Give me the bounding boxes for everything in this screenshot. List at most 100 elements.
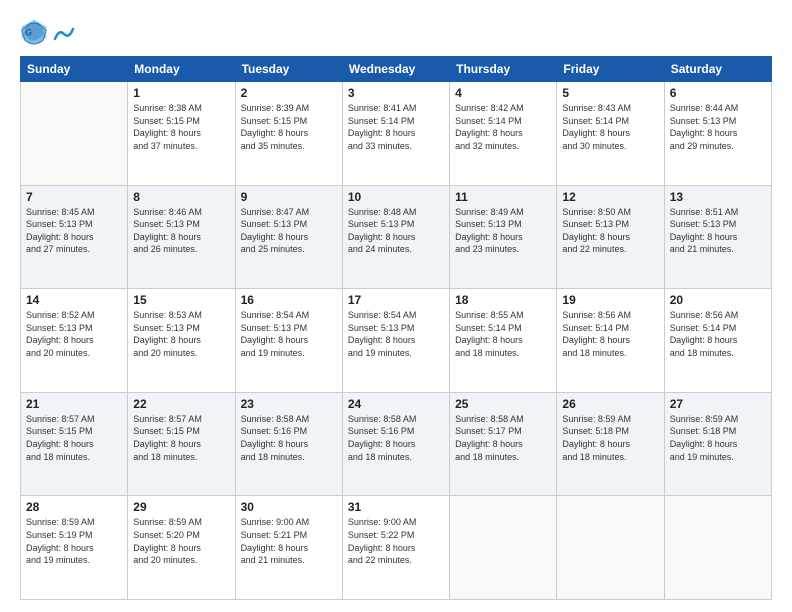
col-thursday: Thursday (450, 57, 557, 82)
day-number: 11 (455, 190, 551, 204)
day-number: 8 (133, 190, 229, 204)
table-cell: 12 Sunrise: 8:50 AM Sunset: 5:13 PM Dayli… (557, 185, 664, 289)
table-cell: 19 Sunrise: 8:56 AM Sunset: 5:14 PM Dayli… (557, 289, 664, 393)
day-number: 20 (670, 293, 766, 307)
table-cell: 20 Sunrise: 8:56 AM Sunset: 5:14 PM Dayli… (664, 289, 771, 393)
col-monday: Monday (128, 57, 235, 82)
logo: G (20, 18, 76, 46)
table-cell: 24Sunrise: 8:58 AM Sunset: 5:16 PM Dayli… (342, 392, 449, 496)
col-saturday: Saturday (664, 57, 771, 82)
day-info: Sunrise: 8:56 AM Sunset: 5:14 PM Dayligh… (562, 309, 658, 359)
day-info: Sunrise: 8:48 AM Sunset: 5:13 PM Dayligh… (348, 206, 444, 256)
svg-text:G: G (25, 28, 32, 38)
day-number: 12 (562, 190, 658, 204)
day-number: 19 (562, 293, 658, 307)
table-cell (664, 496, 771, 600)
day-info: Sunrise: 8:44 AM Sunset: 5:13 PM Dayligh… (670, 102, 766, 152)
day-number: 1 (133, 86, 229, 100)
day-number: 17 (348, 293, 444, 307)
day-number: 10 (348, 190, 444, 204)
day-info: Sunrise: 8:58 AM Sunset: 5:17 PM Dayligh… (455, 413, 551, 463)
day-number: 4 (455, 86, 551, 100)
col-wednesday: Wednesday (342, 57, 449, 82)
day-number: 2 (241, 86, 337, 100)
day-info: Sunrise: 8:43 AM Sunset: 5:14 PM Dayligh… (562, 102, 658, 152)
table-cell: 1 Sunrise: 8:38 AM Sunset: 5:15 PM Daylig… (128, 82, 235, 186)
day-info: Sunrise: 8:55 AM Sunset: 5:14 PM Dayligh… (455, 309, 551, 359)
table-cell: 6 Sunrise: 8:44 AM Sunset: 5:13 PM Daylig… (664, 82, 771, 186)
table-cell: 7Sunrise: 8:45 AM Sunset: 5:13 PM Daylig… (21, 185, 128, 289)
calendar-week-row: 1 Sunrise: 8:38 AM Sunset: 5:15 PM Daylig… (21, 82, 772, 186)
table-cell: 27 Sunrise: 8:59 AM Sunset: 5:18 PM Dayli… (664, 392, 771, 496)
day-info: Sunrise: 8:50 AM Sunset: 5:13 PM Dayligh… (562, 206, 658, 256)
day-number: 27 (670, 397, 766, 411)
day-number: 6 (670, 86, 766, 100)
day-info: Sunrise: 8:42 AM Sunset: 5:14 PM Dayligh… (455, 102, 551, 152)
table-cell: 9 Sunrise: 8:47 AM Sunset: 5:13 PM Daylig… (235, 185, 342, 289)
day-number: 9 (241, 190, 337, 204)
logo-text (52, 25, 76, 39)
day-number: 13 (670, 190, 766, 204)
day-number: 15 (133, 293, 229, 307)
logo-icon: G (20, 18, 48, 46)
table-cell: 14Sunrise: 8:52 AM Sunset: 5:13 PM Dayli… (21, 289, 128, 393)
day-info: Sunrise: 8:47 AM Sunset: 5:13 PM Dayligh… (241, 206, 337, 256)
page: G Sunday Monday Tuesday We (0, 0, 792, 612)
logo-wave-icon (53, 25, 75, 43)
day-info: Sunrise: 8:59 AM Sunset: 5:19 PM Dayligh… (26, 516, 122, 566)
day-info: Sunrise: 9:00 AM Sunset: 5:22 PM Dayligh… (348, 516, 444, 566)
day-number: 28 (26, 500, 122, 514)
day-info: Sunrise: 8:51 AM Sunset: 5:13 PM Dayligh… (670, 206, 766, 256)
table-cell: 25 Sunrise: 8:58 AM Sunset: 5:17 PM Dayli… (450, 392, 557, 496)
table-cell (21, 82, 128, 186)
day-info: Sunrise: 8:41 AM Sunset: 5:14 PM Dayligh… (348, 102, 444, 152)
calendar-week-row: 21Sunrise: 8:57 AM Sunset: 5:15 PM Dayli… (21, 392, 772, 496)
table-cell: 18 Sunrise: 8:55 AM Sunset: 5:14 PM Dayli… (450, 289, 557, 393)
table-cell: 26Sunrise: 8:59 AM Sunset: 5:18 PM Dayli… (557, 392, 664, 496)
table-cell: 4 Sunrise: 8:42 AM Sunset: 5:14 PM Daylig… (450, 82, 557, 186)
table-cell: 23Sunrise: 8:58 AM Sunset: 5:16 PM Dayli… (235, 392, 342, 496)
day-number: 7 (26, 190, 122, 204)
day-info: Sunrise: 9:00 AM Sunset: 5:21 PM Dayligh… (241, 516, 337, 566)
day-number: 24 (348, 397, 444, 411)
table-cell: 10 Sunrise: 8:48 AM Sunset: 5:13 PM Dayli… (342, 185, 449, 289)
table-cell: 11 Sunrise: 8:49 AM Sunset: 5:13 PM Dayli… (450, 185, 557, 289)
day-number: 3 (348, 86, 444, 100)
table-cell: 13 Sunrise: 8:51 AM Sunset: 5:13 PM Dayli… (664, 185, 771, 289)
table-cell: 15 Sunrise: 8:53 AM Sunset: 5:13 PM Dayli… (128, 289, 235, 393)
table-cell: 22Sunrise: 8:57 AM Sunset: 5:15 PM Dayli… (128, 392, 235, 496)
header: G (20, 18, 772, 46)
col-tuesday: Tuesday (235, 57, 342, 82)
calendar-week-row: 28 Sunrise: 8:59 AM Sunset: 5:19 PM Dayli… (21, 496, 772, 600)
table-cell: 31Sunrise: 9:00 AM Sunset: 5:22 PM Dayli… (342, 496, 449, 600)
day-number: 30 (241, 500, 337, 514)
day-number: 16 (241, 293, 337, 307)
day-number: 18 (455, 293, 551, 307)
table-cell (557, 496, 664, 600)
table-cell (450, 496, 557, 600)
day-info: Sunrise: 8:57 AM Sunset: 5:15 PM Dayligh… (26, 413, 122, 463)
day-info: Sunrise: 8:59 AM Sunset: 5:18 PM Dayligh… (562, 413, 658, 463)
day-info: Sunrise: 8:38 AM Sunset: 5:15 PM Dayligh… (133, 102, 229, 152)
day-number: 22 (133, 397, 229, 411)
table-cell: 16Sunrise: 8:54 AM Sunset: 5:13 PM Dayli… (235, 289, 342, 393)
calendar-week-row: 14Sunrise: 8:52 AM Sunset: 5:13 PM Dayli… (21, 289, 772, 393)
table-cell: 17Sunrise: 8:54 AM Sunset: 5:13 PM Dayli… (342, 289, 449, 393)
day-number: 29 (133, 500, 229, 514)
day-info: Sunrise: 8:52 AM Sunset: 5:13 PM Dayligh… (26, 309, 122, 359)
day-info: Sunrise: 8:59 AM Sunset: 5:18 PM Dayligh… (670, 413, 766, 463)
day-info: Sunrise: 8:46 AM Sunset: 5:13 PM Dayligh… (133, 206, 229, 256)
table-cell: 30 Sunrise: 9:00 AM Sunset: 5:21 PM Dayli… (235, 496, 342, 600)
day-number: 23 (241, 397, 337, 411)
day-number: 5 (562, 86, 658, 100)
day-number: 25 (455, 397, 551, 411)
table-cell: 29Sunrise: 8:59 AM Sunset: 5:20 PM Dayli… (128, 496, 235, 600)
day-info: Sunrise: 8:56 AM Sunset: 5:14 PM Dayligh… (670, 309, 766, 359)
table-cell: 8 Sunrise: 8:46 AM Sunset: 5:13 PM Daylig… (128, 185, 235, 289)
table-cell: 3 Sunrise: 8:41 AM Sunset: 5:14 PM Daylig… (342, 82, 449, 186)
calendar-header-row: Sunday Monday Tuesday Wednesday Thursday… (21, 57, 772, 82)
table-cell: 5 Sunrise: 8:43 AM Sunset: 5:14 PM Daylig… (557, 82, 664, 186)
day-info: Sunrise: 8:53 AM Sunset: 5:13 PM Dayligh… (133, 309, 229, 359)
day-info: Sunrise: 8:49 AM Sunset: 5:13 PM Dayligh… (455, 206, 551, 256)
day-info: Sunrise: 8:39 AM Sunset: 5:15 PM Dayligh… (241, 102, 337, 152)
